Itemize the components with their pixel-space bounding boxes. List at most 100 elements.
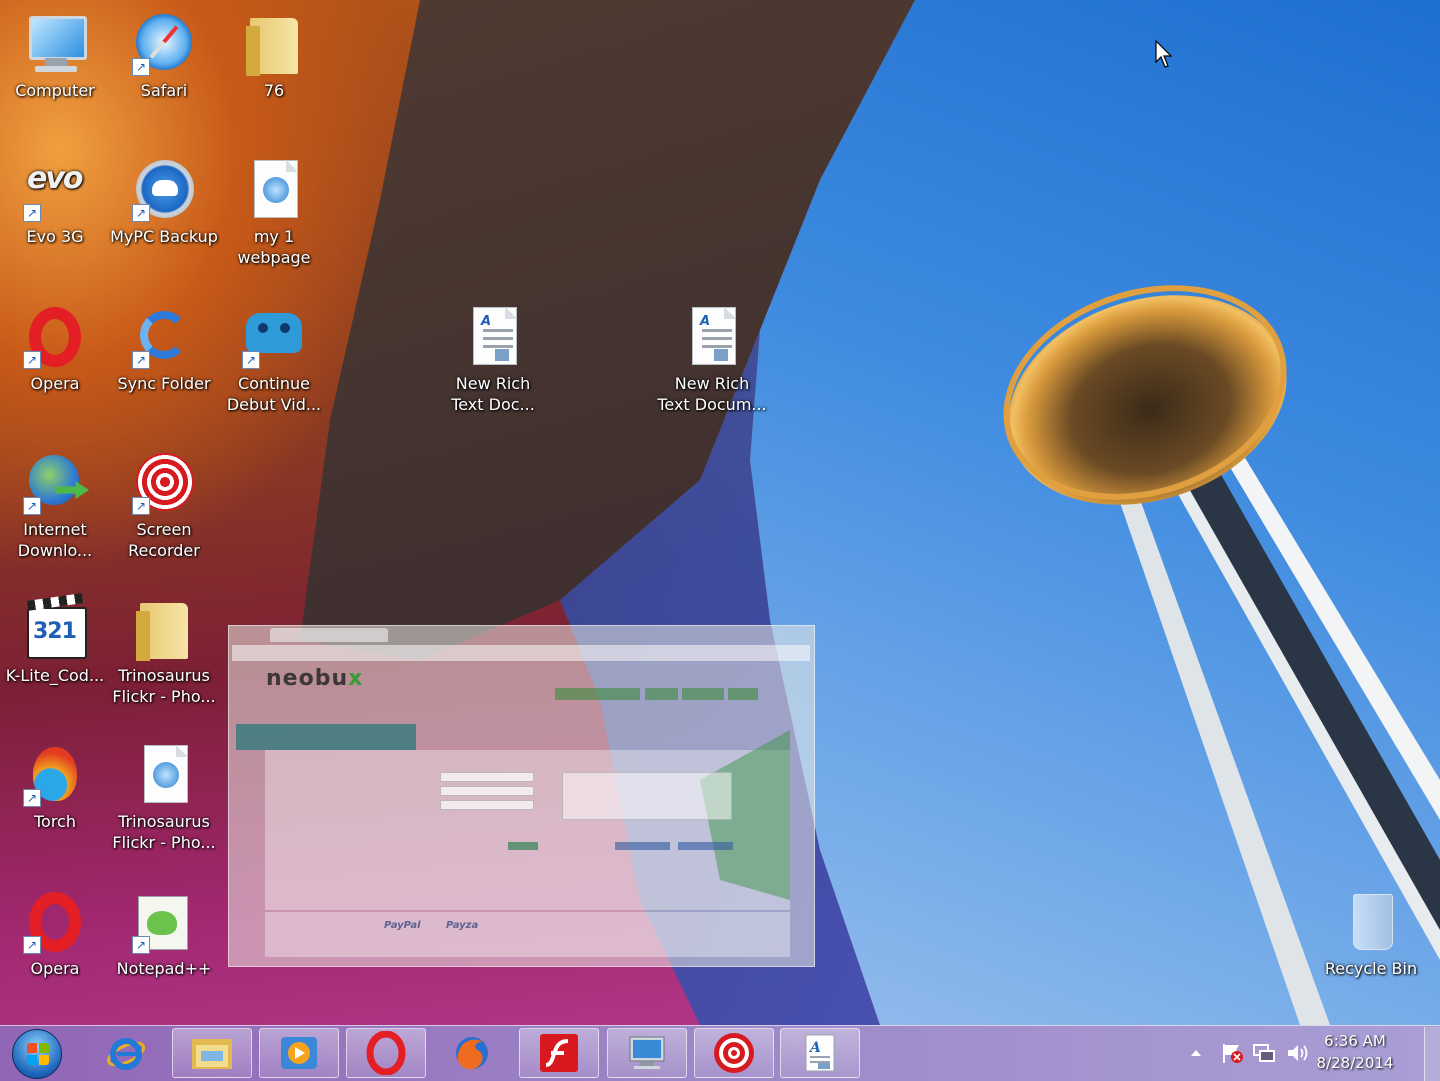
firefox-icon (456, 1037, 488, 1070)
start-button[interactable] (12, 1029, 62, 1079)
show-hidden-icons-icon[interactable] (1189, 1048, 1203, 1058)
opera-icon (366, 1031, 406, 1075)
debut-video-icon: ↗ (242, 305, 306, 369)
network-icon[interactable] (1252, 1042, 1278, 1064)
taskbar-remote-desktop[interactable] (607, 1028, 687, 1078)
screen-recorder-icon: ↗ (132, 451, 196, 515)
icon-label: MyPC Backup (110, 227, 218, 246)
shortcut-arrow-icon: ↗ (132, 204, 150, 222)
taskbar: A (0, 1025, 1440, 1081)
shortcut-arrow-icon: ↗ (132, 936, 150, 954)
ghost-site-logo: neobux (266, 666, 364, 691)
folder-icon (132, 597, 196, 661)
shortcut-arrow-icon: ↗ (23, 789, 41, 807)
icon-label: Opera (30, 959, 80, 978)
sync-icon: ↗ (132, 305, 196, 369)
icon-label: Computer (15, 81, 95, 100)
computer-icon (23, 12, 87, 76)
desktop-icon-screen-recorder[interactable]: ↗ Screen Recorder (109, 451, 219, 561)
desktop-icon-evo-3g[interactable]: evo ↗ Evo 3G (0, 158, 110, 247)
ghost-browser-tab (270, 628, 388, 642)
windows-logo-icon (27, 1043, 49, 1065)
ghost-link (678, 842, 733, 850)
icon-label: Opera (30, 374, 80, 393)
desktop-icon-trinosaurus-webpage[interactable]: Trinosaurus Flickr - Pho... (109, 743, 219, 853)
desktop-icon-computer[interactable]: Computer (0, 12, 110, 101)
desktop-icon-opera-2[interactable]: ↗ Opera (0, 890, 110, 979)
svg-text:A: A (808, 1040, 821, 1056)
desktop-icon-internet-download-manager[interactable]: ↗ Internet Downlo... (0, 451, 110, 561)
torch-browser-icon: ↗ (23, 743, 87, 807)
ghost-nav-link (728, 688, 758, 700)
internet-explorer-icon (106, 1038, 146, 1070)
desktop-icon-new-rich-text-doc-1[interactable]: A New Rich Text Doc... (438, 305, 548, 415)
desktop-icon-sync-folder[interactable]: ↗ Sync Folder (109, 305, 219, 394)
media-player-icon (281, 1037, 317, 1069)
screen-recorder-icon (714, 1033, 754, 1073)
rich-text-document-icon: A (461, 305, 525, 369)
shortcut-arrow-icon: ↗ (23, 497, 41, 515)
desktop-icon-k-lite-codec[interactable]: 321 K-Lite_Cod... (0, 597, 110, 686)
flash-icon (540, 1034, 578, 1072)
opera-icon: ↗ (23, 305, 87, 369)
icon-label: Torch (33, 812, 76, 831)
desktop-icon-my1-webpage[interactable]: my 1 webpage (219, 158, 329, 268)
rich-text-document-icon: A (680, 305, 744, 369)
safari-page-icon (132, 743, 196, 807)
ghost-virtual-keyboard (562, 772, 732, 820)
clock-date: 8/28/2014 (1316, 1054, 1394, 1072)
internet-download-manager-icon: ↗ (23, 451, 87, 515)
icon-label: Screen Recorder (128, 520, 200, 560)
desktop-icon-mypc-backup[interactable]: ↗ MyPC Backup (109, 158, 219, 247)
file-explorer-icon (192, 1039, 232, 1069)
safari-page-icon (242, 158, 306, 222)
ghost-link (615, 842, 670, 850)
taskbar-internet-explorer[interactable] (86, 1028, 166, 1078)
action-center-flag-icon[interactable] (1220, 1042, 1244, 1064)
clock-time: 6:36 AM (1324, 1032, 1386, 1050)
ghost-payza-logo: Payza (446, 920, 479, 931)
notepad-plus-plus-icon: ↗ (132, 890, 196, 954)
codec-clapper-icon: 321 (23, 597, 87, 661)
desktop-icon-trinosaurus-folder[interactable]: Trinosaurus Flickr - Pho... (109, 597, 219, 707)
taskbar-opera[interactable] (346, 1028, 426, 1078)
taskbar-wordpad[interactable]: A (780, 1028, 860, 1078)
icon-label: Recycle Bin (1324, 959, 1418, 978)
icon-label: Evo 3G (26, 227, 84, 246)
desktop-icon-folder-76[interactable]: 76 (219, 12, 329, 101)
safari-icon: ↗ (132, 12, 196, 76)
shortcut-arrow-icon: ↗ (23, 204, 41, 222)
taskbar-flash[interactable] (519, 1028, 599, 1078)
taskbar-firefox[interactable] (432, 1028, 512, 1078)
show-desktop-button[interactable] (1424, 1027, 1440, 1081)
taskbar-clock[interactable]: 6:36 AM 8/28/2014 (1300, 1030, 1410, 1074)
desktop-icon-continue-debut[interactable]: ↗ Continue Debut Vid... (219, 305, 329, 415)
taskbar-media-player[interactable] (259, 1028, 339, 1078)
desktop-icon-new-rich-text-doc-2[interactable]: A New Rich Text Docum... (657, 305, 767, 415)
taskbar-file-explorer[interactable] (172, 1028, 252, 1078)
desktop-icon-torch[interactable]: ↗ Torch (0, 743, 110, 832)
ghost-footer (265, 912, 790, 957)
monitor-icon (629, 1036, 665, 1069)
icon-label: 76 (263, 81, 285, 100)
desktop-icon-opera[interactable]: ↗ Opera (0, 305, 110, 394)
taskbar-screen-recorder[interactable] (694, 1028, 774, 1078)
desktop-icon-safari[interactable]: ↗ Safari (109, 12, 219, 101)
desktop-icon-notepad-plus-plus[interactable]: ↗ Notepad++ (109, 890, 219, 979)
ghost-nav-link (555, 688, 640, 700)
backup-cloud-icon: ↗ (132, 158, 196, 222)
icon-label: Continue Debut Vid... (226, 374, 322, 414)
ghost-username-field (440, 772, 534, 782)
folder-icon (242, 12, 306, 76)
ghost-address-bar (232, 645, 810, 661)
ghost-nav-link (645, 688, 678, 700)
icon-label: Sync Folder (117, 374, 211, 393)
desktop-icon-recycle-bin[interactable]: Recycle Bin (1316, 890, 1426, 979)
icon-label: New Rich Text Docum... (657, 374, 767, 414)
ghost-password-field (440, 786, 534, 796)
ghost-secondary-password-field (440, 800, 534, 810)
ghost-member-login-bar (236, 724, 416, 750)
icon-label: K-Lite_Cod... (5, 666, 105, 685)
shortcut-arrow-icon: ↗ (23, 351, 41, 369)
icon-label: Trinosaurus Flickr - Pho... (112, 812, 216, 852)
